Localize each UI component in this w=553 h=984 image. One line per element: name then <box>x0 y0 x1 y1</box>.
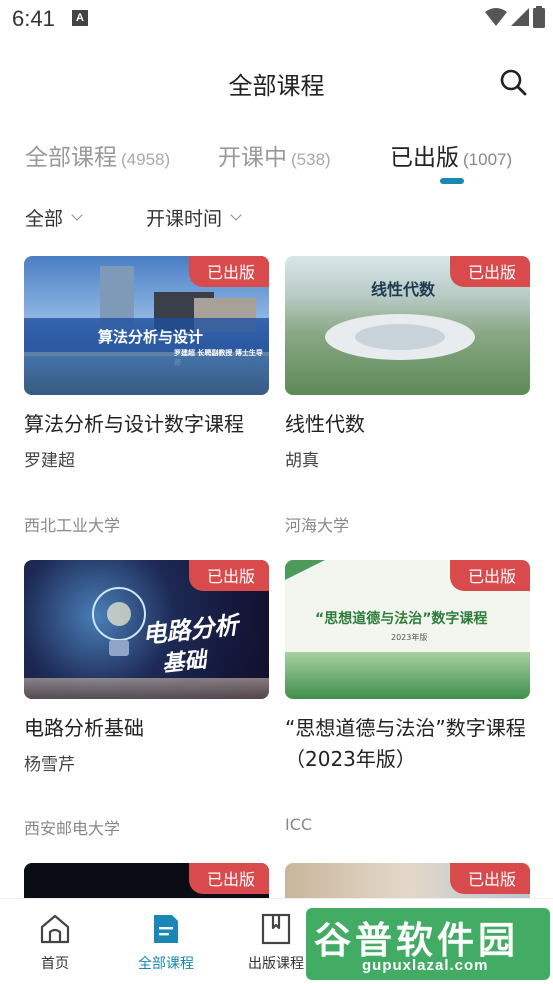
course-card[interactable]: 已出版 <box>285 863 530 899</box>
tab-label: 已出版 <box>390 145 459 171</box>
course-title: 电路分析基础 <box>24 716 144 740</box>
cover-subtitle: 基础 <box>161 647 208 678</box>
tab-all-courses[interactable]: 全部课程 (4958) <box>25 138 170 172</box>
published-badge: 已出版 <box>449 560 530 591</box>
nav-all-courses[interactable]: 全部课程 <box>126 913 206 973</box>
course-title: “思想道德与法治”数字课程（2023年版） <box>285 716 526 771</box>
course-school: 河海大学 <box>285 516 350 535</box>
course-cover: “思想道德与法治”数字课程 2023年版 已出版 <box>285 560 530 699</box>
course-school: 西北工业大学 <box>24 516 121 535</box>
published-badge: 已出版 <box>449 256 530 287</box>
chevron-down-icon <box>71 208 83 221</box>
course-card[interactable]: 电路分析 基础 已出版 电路分析基础 杨雪芹 <box>24 560 269 775</box>
course-tabs: 全部课程 (4958) 开课中 (538) 已出版 (1007) <box>0 138 553 188</box>
search-icon[interactable] <box>499 68 527 96</box>
active-tab-indicator <box>440 178 464 184</box>
nav-published-courses[interactable]: 出版课程 <box>236 913 316 973</box>
category-filter[interactable]: 全部 <box>25 204 83 231</box>
course-card[interactable]: 线性代数 已出版 线性代数 胡真 <box>285 256 530 471</box>
course-cover: 算法分析与设计 罗建超 长聘副教授 博士生导师 已出版 <box>24 256 269 395</box>
nav-home[interactable]: 首页 <box>15 913 95 973</box>
watermark-text: 谷普软件园 <box>314 919 519 962</box>
tab-count: (1007) <box>463 150 513 169</box>
published-badge: 已出版 <box>188 863 269 894</box>
status-time: 6:41 <box>12 6 55 31</box>
sort-filter-label: 开课时间 <box>146 208 223 230</box>
course-teacher: 杨雪芹 <box>24 755 75 775</box>
course-card[interactable]: 算法分析与设计 罗建超 长聘副教授 博士生导师 已出版 算法分析与设计数字课程 … <box>24 256 269 471</box>
home-icon <box>40 914 70 944</box>
bookmark-book-icon <box>261 913 291 945</box>
course-title: 算法分析与设计数字课程 <box>24 412 244 436</box>
course-cover: 已出版 <box>24 863 269 899</box>
tab-count: (4958) <box>121 150 171 169</box>
watermark-logo: 谷普软件园 gupuxlazal.com <box>306 908 550 980</box>
sort-filter[interactable]: 开课时间 <box>146 204 242 231</box>
course-cover: 电路分析 基础 已出版 <box>24 560 269 699</box>
cover-title: 线性代数 <box>371 280 436 299</box>
app-header: 全部课程 <box>0 50 553 110</box>
published-badge: 已出版 <box>449 863 530 894</box>
course-cover: 已出版 <box>285 863 530 899</box>
nav-label: 出版课程 <box>248 956 304 972</box>
watermark-url: gupuxlazal.com <box>362 957 489 974</box>
filter-bar: 全部 开课时间 <box>0 200 553 234</box>
tab-count: (538) <box>291 150 331 169</box>
course-card[interactable]: 已出版 <box>24 863 269 899</box>
notification-icon: A <box>72 10 88 26</box>
published-badge: 已出版 <box>188 256 269 287</box>
battery-icon <box>533 6 545 28</box>
cover-title: 算法分析与设计 <box>98 328 204 346</box>
course-school: 西安邮电大学 <box>24 819 121 838</box>
nav-label: 首页 <box>41 956 69 972</box>
published-badge: 已出版 <box>188 560 269 591</box>
course-school: ICC <box>285 815 313 834</box>
wifi-icon <box>485 8 507 26</box>
cover-subtitle: 2023年版 <box>391 633 428 642</box>
page-title: 全部课程 <box>228 72 325 100</box>
tab-in-progress[interactable]: 开课中 (538) <box>218 138 331 172</box>
chevron-down-icon <box>230 208 242 221</box>
course-teacher: 胡真 <box>285 451 319 471</box>
nav-label: 全部课程 <box>138 956 194 972</box>
course-cover: 线性代数 已出版 <box>285 256 530 395</box>
cover-title: “思想道德与法治”数字课程 <box>315 611 488 627</box>
course-card[interactable]: “思想道德与法治”数字课程 2023年版 已出版 “思想道德与法治”数字课程（2… <box>285 560 530 775</box>
category-filter-label: 全部 <box>25 208 64 230</box>
tab-published[interactable]: 已出版 (1007) <box>390 138 512 172</box>
course-teacher: 罗建超 <box>24 451 75 471</box>
tab-label: 全部课程 <box>25 145 117 171</box>
course-title: 线性代数 <box>285 412 365 436</box>
courses-icon <box>154 915 178 943</box>
tab-label: 开课中 <box>218 145 287 171</box>
signal-icon <box>511 8 529 26</box>
status-bar: 6:41 A <box>0 0 553 40</box>
